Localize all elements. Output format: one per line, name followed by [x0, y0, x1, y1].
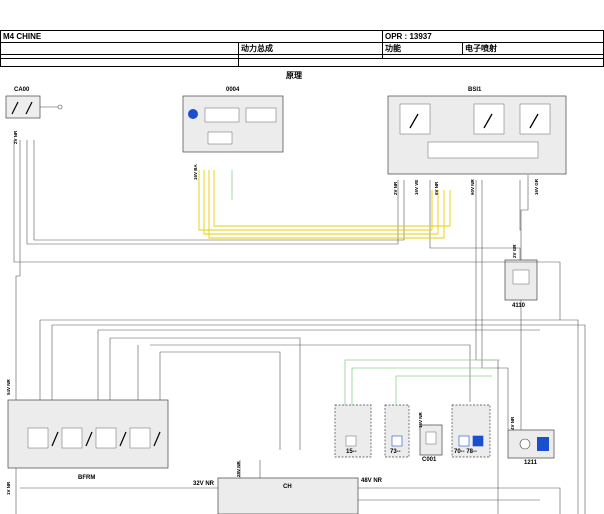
ch-label: CH	[283, 484, 292, 490]
c001-label: C001	[422, 457, 437, 463]
green-wires	[231, 170, 500, 405]
yellow-wires	[198, 170, 451, 239]
wire-label-bsi-b: 16V VE	[414, 179, 419, 195]
wire-label-ch-right: 48V NR	[361, 478, 383, 484]
wire-label-ch-left: 32V NR	[193, 481, 215, 487]
c70-78-label: 70-- 78--	[454, 449, 478, 455]
sensor-4110	[504, 259, 538, 301]
bsi1-module	[387, 95, 567, 175]
diag-socket-c001	[419, 424, 443, 456]
wire-label-bottom-left: 1V NR	[6, 481, 11, 495]
c15-label: 15--	[346, 449, 357, 455]
wire-label-bsi-a: 2V NR	[393, 181, 398, 195]
c1211-label: 1211	[524, 460, 538, 466]
wire-label-c001: 16V NR	[418, 412, 423, 428]
c4110-label: 4110	[512, 303, 526, 309]
wire-label-1211: 4V NR	[510, 416, 515, 430]
wire-label-bsi-e: 16V GR	[534, 178, 539, 195]
wire-label-bfrm: 54V NR	[6, 379, 11, 395]
bsi1-label: BSI1	[468, 87, 482, 93]
bfrm-module	[7, 399, 169, 469]
instrument-panel-0004	[182, 95, 284, 153]
ca00-switch	[5, 95, 63, 119]
c0004-label: 0004	[226, 87, 240, 93]
wire-label-0004: 16V BA	[193, 164, 198, 180]
wire-label-bsi-c: 6V NR	[434, 181, 439, 195]
wire-label-bsi-d: 60V NR	[470, 179, 475, 195]
c73-label: 73--	[390, 449, 401, 455]
pump-1211	[507, 429, 555, 459]
bfrm-label: BFRM	[78, 475, 96, 481]
ca00-label: CA00	[14, 87, 30, 93]
wire-label-4110: 2V GR	[512, 244, 517, 258]
wire-label-ca00: 2V NR	[13, 130, 18, 144]
wire-label-ch-top: 28V NR	[236, 461, 241, 477]
